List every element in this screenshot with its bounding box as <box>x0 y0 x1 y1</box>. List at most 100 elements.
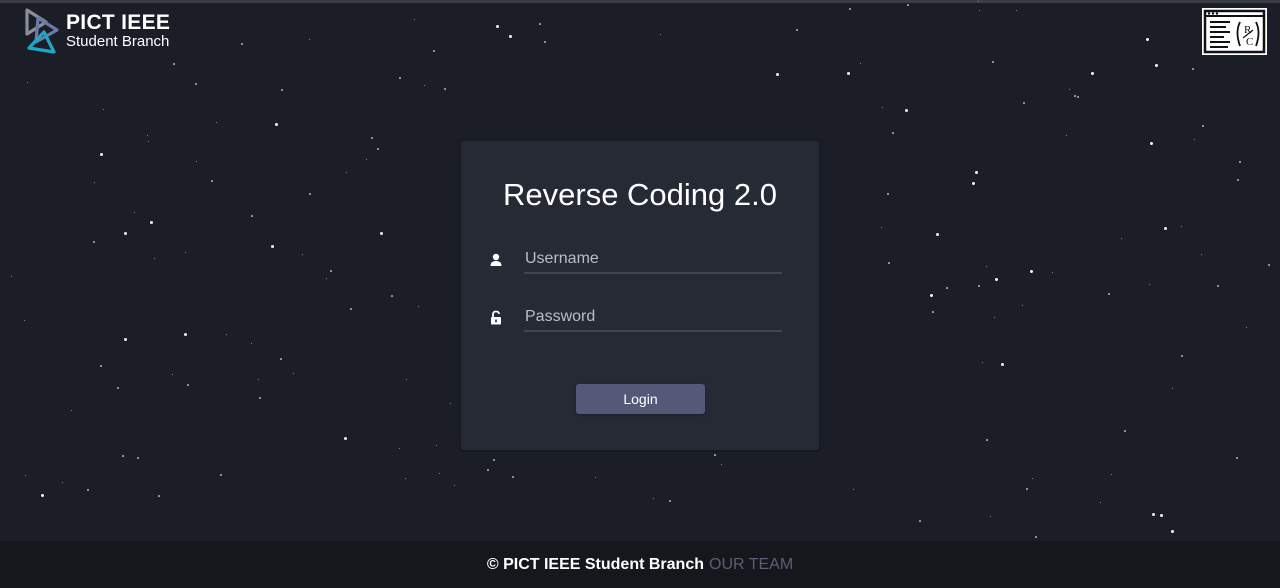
logo-title: PICT IEEE <box>66 11 171 34</box>
star-dot <box>433 50 435 52</box>
star-dot <box>595 477 596 478</box>
star-dot <box>1146 38 1149 41</box>
star-dot <box>309 193 311 195</box>
star-dot <box>932 311 934 313</box>
star-dot <box>1181 226 1182 227</box>
star-dot <box>100 153 103 156</box>
star-dot <box>344 437 347 440</box>
star-dot <box>776 73 779 76</box>
star-dot <box>124 232 127 235</box>
star-dot <box>1152 513 1155 516</box>
svg-text:C: C <box>1246 36 1253 48</box>
star-dot <box>995 278 998 281</box>
unlock-icon <box>491 310 501 325</box>
star-dot <box>293 373 294 374</box>
star-dot <box>259 397 261 399</box>
star-dot <box>1074 95 1076 97</box>
star-dot <box>1172 388 1173 389</box>
star-dot <box>350 308 352 310</box>
star-dot <box>281 89 283 91</box>
star-dot <box>653 498 654 499</box>
login-button[interactable]: Login <box>576 384 705 414</box>
star-dot <box>399 448 400 449</box>
star-dot <box>147 135 148 136</box>
star-dot <box>930 294 933 297</box>
star-dot <box>326 278 327 279</box>
star-dot <box>1160 514 1163 517</box>
star-dot <box>881 227 882 228</box>
star-dot <box>986 439 988 441</box>
star-dot <box>211 180 213 182</box>
star-dot <box>1164 227 1167 230</box>
star-dot <box>1268 264 1270 266</box>
star-dot <box>414 19 415 20</box>
star-dot <box>424 85 425 86</box>
star-dot <box>216 122 217 123</box>
star-dot <box>1111 474 1112 475</box>
footer-copyright: © PICT IEEE Student Branch <box>486 555 704 573</box>
star-dot <box>847 72 850 75</box>
star-dot <box>1069 89 1070 90</box>
star-dot <box>148 141 149 142</box>
star-dot <box>444 88 446 90</box>
star-dot <box>539 23 541 25</box>
star-dot <box>1171 530 1174 533</box>
our-team-link[interactable]: OUR TEAM <box>709 556 793 574</box>
star-dot <box>1026 488 1028 490</box>
star-dot <box>346 172 347 173</box>
star-dot <box>1217 285 1219 287</box>
star-dot <box>103 109 104 110</box>
page-title: Reverse Coding 2.0 <box>503 177 777 212</box>
star-dot <box>888 262 890 264</box>
star-dot <box>100 365 102 367</box>
star-dot <box>978 1 979 2</box>
star-dot <box>187 384 189 386</box>
star-dot <box>134 212 135 213</box>
star-dot <box>195 83 197 85</box>
star-dot <box>1032 478 1033 479</box>
pict-ieee-logo[interactable]: PICT IEEE Student Branch <box>24 8 170 58</box>
star-dot <box>454 485 455 486</box>
star-dot <box>1001 363 1004 366</box>
user-icon <box>490 253 502 266</box>
star-dot <box>860 63 861 64</box>
star-dot <box>251 343 252 344</box>
star-dot <box>226 334 227 335</box>
star-dot <box>1237 179 1239 181</box>
star-dot <box>1108 293 1110 295</box>
rc-code-badge-icon[interactable]: R C <box>1202 8 1267 55</box>
star-dot <box>330 270 332 272</box>
star-dot <box>41 494 44 497</box>
username-input[interactable] <box>524 246 782 274</box>
star-dot <box>1239 161 1241 163</box>
star-dot <box>302 254 303 255</box>
star-dot <box>1192 68 1194 70</box>
star-dot <box>377 148 379 150</box>
star-dot <box>185 252 186 253</box>
star-dot <box>137 457 139 459</box>
login-card: Reverse Coding 2.0 Login <box>461 141 819 450</box>
star-dot <box>496 25 499 28</box>
star-dot <box>905 109 908 112</box>
star-dot <box>405 478 406 479</box>
star-dot <box>1150 142 1153 145</box>
star-dot <box>990 516 991 517</box>
star-dot <box>1022 305 1023 306</box>
star-dot <box>62 482 63 483</box>
star-dot <box>1016 10 1017 11</box>
username-field <box>489 244 782 278</box>
password-input[interactable] <box>524 304 782 332</box>
star-dot <box>1202 125 1204 127</box>
star-dot <box>1077 96 1079 98</box>
star-dot <box>979 10 980 11</box>
star-dot <box>1052 272 1053 273</box>
star-dot <box>399 77 401 79</box>
star-dot <box>853 489 854 490</box>
star-dot <box>87 489 89 491</box>
star-dot <box>721 464 722 465</box>
star-dot <box>982 362 983 363</box>
star-dot <box>380 232 383 235</box>
star-dot <box>1246 327 1247 328</box>
star-dot <box>172 374 173 375</box>
star-dot <box>184 333 187 336</box>
